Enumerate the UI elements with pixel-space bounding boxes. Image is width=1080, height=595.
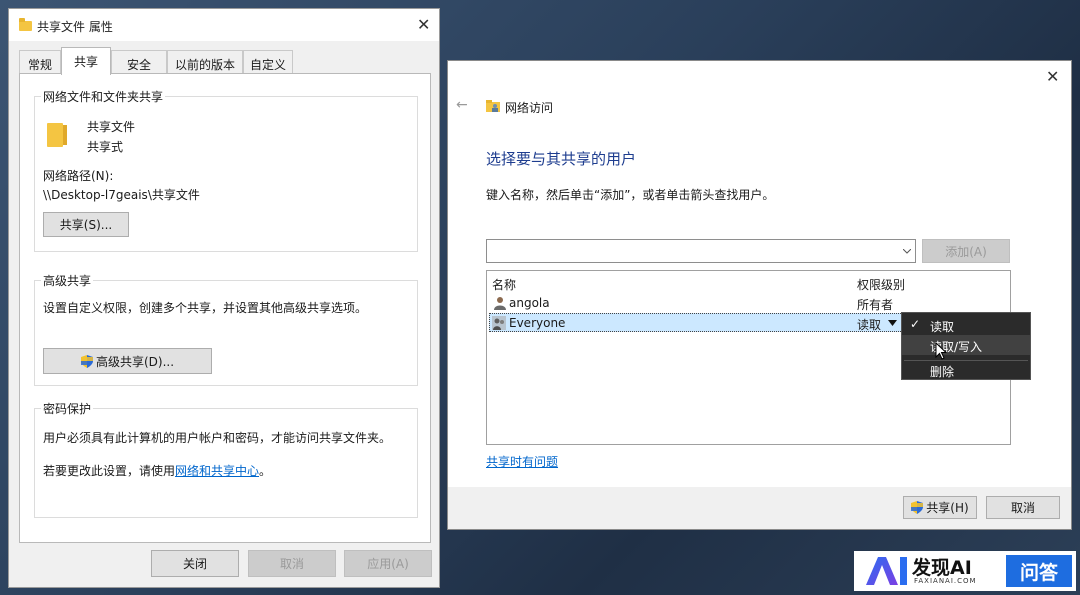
share-button-label: 共享(H)	[926, 501, 969, 515]
folder-share-state: 共享式	[87, 140, 124, 154]
folder-icon	[47, 123, 67, 147]
page-title: 选择要与其共享的用户	[486, 150, 637, 168]
user-permission: 所有者	[857, 298, 894, 312]
faxianai-logo	[866, 557, 907, 585]
advanced-sharing-group: 高级共享 设置自定义权限，创建多个共享，并设置其他高级共享选项。 高级共享(D)…	[34, 272, 418, 386]
network-access-dialog: ✕ ← 网络访问 选择要与其共享的用户 键入名称，然后单击“添加”，或者单击箭头…	[447, 60, 1072, 530]
brand-name: 发现AI	[912, 557, 972, 579]
shield-icon	[80, 354, 93, 368]
group-users-icon	[492, 316, 506, 330]
column-header-permission[interactable]: 权限级别	[857, 276, 905, 293]
properties-title: 共享文件 属性	[37, 20, 113, 34]
tab-sharing[interactable]: 共享	[61, 47, 111, 75]
back-arrow-icon[interactable]: ←	[456, 97, 468, 113]
tab-previous-versions[interactable]: 以前的版本	[167, 50, 243, 74]
table-row-selected[interactable]: Everyone 读取	[489, 313, 903, 332]
user-name-combobox[interactable]	[486, 239, 916, 263]
user-name: Everyone	[509, 316, 566, 330]
change-hint-suffix: 。	[259, 464, 272, 478]
user-icon	[494, 297, 506, 310]
folder-name: 共享文件	[87, 120, 136, 134]
cancel-button[interactable]: 取消	[248, 550, 336, 577]
group-title: 网络文件和文件夹共享	[41, 88, 166, 105]
column-header-name[interactable]: 名称	[492, 276, 516, 293]
properties-titlebar: 共享文件 属性 ✕	[9, 9, 439, 41]
mouse-cursor-icon	[935, 342, 947, 360]
password-change-hint: 若要更改此设置，请使用网络和共享中心。	[43, 462, 271, 479]
instruction-text: 键入名称，然后单击“添加”，或者单击箭头查找用户。	[486, 188, 775, 202]
properties-dialog: 共享文件 属性 ✕ 常规 共享 安全 以前的版本 自定义 网络文件和文件夹共享 …	[8, 8, 440, 588]
close-icon[interactable]: ✕	[1046, 69, 1059, 85]
tab-general[interactable]: 常规	[19, 50, 61, 74]
folder-icon	[19, 18, 32, 31]
password-description: 用户必须具有此计算机的用户帐户和密码，才能访问共享文件夹。	[43, 431, 392, 445]
menu-item-read-write[interactable]: 读取/写入	[902, 335, 1030, 355]
user-name: angola	[509, 296, 550, 310]
qa-badge: 问答	[1006, 555, 1072, 587]
advanced-sharing-button-label: 高级共享(D)...	[95, 354, 175, 369]
network-sharing-center-link[interactable]: 网络和共享中心	[175, 464, 259, 478]
change-hint-prefix: 若要更改此设置，请使用	[43, 464, 176, 478]
brand-subtitle: FAXIANAI.COM	[914, 577, 977, 585]
group-title: 密码保护	[41, 400, 94, 417]
menu-item-remove[interactable]: 删除	[902, 360, 1030, 380]
dialog-footer: 共享(H) 取消	[448, 487, 1071, 529]
group-title: 高级共享	[41, 272, 94, 289]
menu-item-label: 删除	[930, 365, 955, 379]
chevron-down-icon[interactable]	[903, 249, 911, 254]
menu-item-label: 读取	[930, 320, 955, 334]
network-path-value: \\Desktop-l7geais\共享文件	[43, 188, 200, 202]
cancel-button[interactable]: 取消	[986, 496, 1060, 519]
dropdown-arrow-icon[interactable]	[888, 320, 897, 326]
network-path-label: 网络路径(N):	[43, 169, 114, 183]
add-button[interactable]: 添加(A)	[922, 239, 1010, 263]
network-sharing-group: 网络文件和文件夹共享 共享文件 共享式 网络路径(N): \\Desktop-l…	[34, 88, 418, 252]
permission-menu: ✓ 读取 读取/写入 删除	[901, 312, 1031, 380]
network-folder-icon	[486, 100, 500, 112]
shield-icon	[911, 501, 924, 514]
menu-item-read[interactable]: ✓ 读取	[902, 315, 1030, 335]
apply-button[interactable]: 应用(A)	[344, 550, 432, 577]
table-row[interactable]: angola 所有者	[489, 293, 1008, 313]
advanced-sharing-button[interactable]: 高级共享(D)...	[43, 348, 212, 374]
share-button[interactable]: 共享(S)...	[43, 212, 129, 237]
close-icon[interactable]: ✕	[417, 17, 430, 33]
check-icon: ✓	[910, 317, 921, 331]
watermark: 发现AI FAXIANAI.COM 问答	[854, 551, 1076, 591]
user-permission: 读取	[857, 318, 882, 332]
close-button[interactable]: 关闭	[151, 550, 239, 577]
advanced-sharing-description: 设置自定义权限，创建多个共享，并设置其他高级共享选项。	[43, 301, 368, 315]
breadcrumb: 网络访问	[505, 101, 554, 115]
sharing-help-link[interactable]: 共享时有问题	[486, 453, 558, 470]
tab-security[interactable]: 安全	[111, 50, 167, 74]
sharing-panel: 网络文件和文件夹共享 共享文件 共享式 网络路径(N): \\Desktop-l…	[19, 73, 431, 543]
tab-customize[interactable]: 自定义	[243, 50, 293, 74]
password-protection-group: 密码保护 用户必须具有此计算机的用户帐户和密码，才能访问共享文件夹。 若要更改此…	[34, 400, 418, 518]
share-button[interactable]: 共享(H)	[903, 496, 977, 519]
